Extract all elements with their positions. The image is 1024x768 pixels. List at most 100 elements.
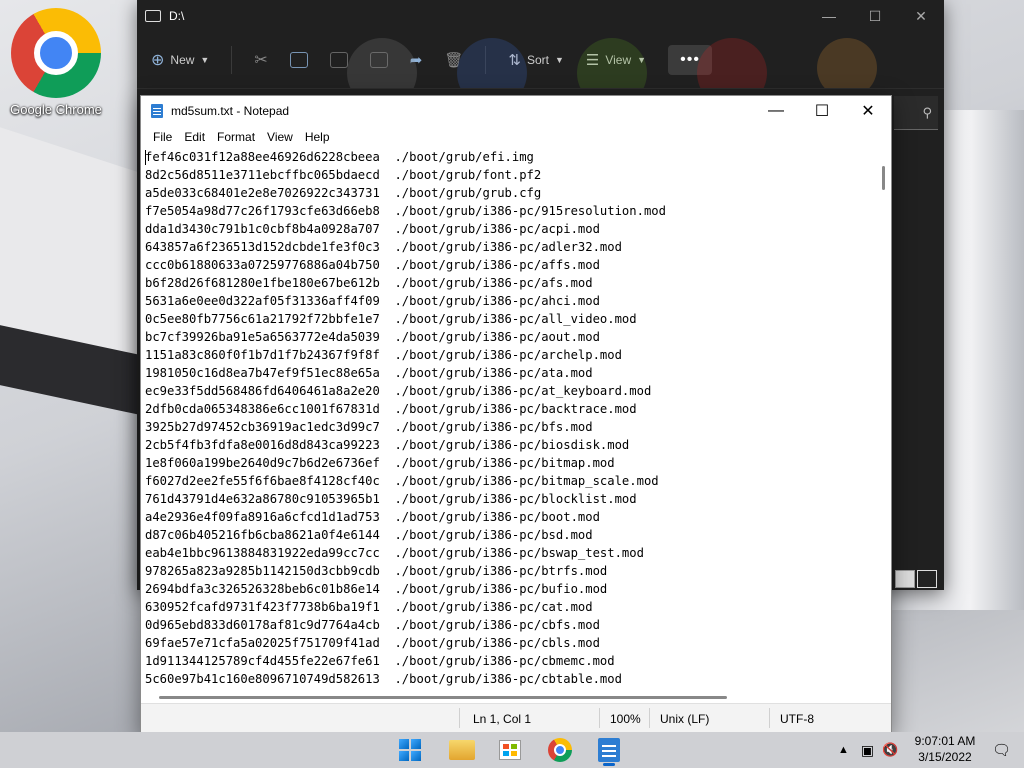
desktop-icon-google-chrome[interactable]: Google Chrome bbox=[6, 8, 106, 117]
text-line[interactable]: d87c06b405216fb6cba8621a0f4e6144 ./boot/… bbox=[141, 526, 877, 544]
new-button[interactable]: ⊕ New ▼ bbox=[151, 50, 209, 70]
status-separator bbox=[459, 708, 460, 728]
minimize-button[interactable]: — bbox=[753, 96, 799, 126]
text-line-content: 643857a6f236513d152dcbde1fe3f0c3 ./boot/… bbox=[145, 240, 622, 254]
maximize-button[interactable]: ☐ bbox=[852, 0, 898, 32]
minimize-button[interactable]: — bbox=[806, 0, 852, 32]
taskbar-file-explorer[interactable] bbox=[446, 734, 478, 766]
chevron-up-icon[interactable]: ▲ bbox=[838, 744, 849, 756]
line-ending: Unix (LF) bbox=[660, 712, 710, 726]
text-line[interactable]: 5631a6e0ee0d322af05f31336aff4f09 ./boot/… bbox=[141, 292, 877, 310]
volume-muted-icon[interactable]: 🔇 bbox=[882, 742, 898, 758]
text-line[interactable]: fef46c031f12a88ee46926d6228cbeea ./boot/… bbox=[141, 148, 877, 166]
windows-start-icon bbox=[399, 739, 421, 761]
sort-label: Sort bbox=[526, 53, 549, 67]
text-line[interactable]: 1151a83c860f0f1b7d1f7b24367f9f8f ./boot/… bbox=[141, 346, 877, 364]
status-separator bbox=[599, 708, 600, 728]
start-button[interactable] bbox=[394, 734, 426, 766]
text-line[interactable]: ec9e33f5dd568486fd6406461a8a2e20 ./boot/… bbox=[141, 382, 877, 400]
explorer-title-bar[interactable]: D:\ — ☐ ✕ bbox=[137, 0, 944, 32]
text-line[interactable]: 5c60e97b41c160e8096710749d582613 ./boot/… bbox=[141, 670, 877, 688]
text-line[interactable]: 1e8f060a199be2640d9c7b6d2e6736ef ./boot/… bbox=[141, 454, 877, 472]
notification-center-button[interactable]: 🗨 bbox=[992, 732, 1011, 768]
text-line-content: 3925b27d97452cb36919ac1edc3d99c7 ./boot/… bbox=[145, 420, 593, 434]
notepad-title-bar[interactable]: md5sum.txt - Notepad — ☐ ✕ bbox=[141, 96, 891, 126]
cursor-position: Ln 1, Col 1 bbox=[473, 712, 532, 726]
large-icons-view-button[interactable] bbox=[917, 570, 937, 588]
text-line-content: fef46c031f12a88ee46926d6228cbeea ./boot/… bbox=[145, 150, 534, 164]
vertical-scrollbar[interactable] bbox=[877, 148, 891, 690]
text-line-content: eab4e1bbc9613884831922eda99cc7cc ./boot/… bbox=[145, 546, 644, 560]
status-separator bbox=[769, 708, 770, 728]
text-line-content: a4e2936e4f09fa8916a6cfcd1d1ad753 ./boot/… bbox=[145, 510, 600, 524]
copy-button[interactable] bbox=[289, 52, 308, 68]
explorer-view-toggle bbox=[895, 570, 937, 588]
taskbar-clock[interactable]: 9:07:01 AM 3/15/2022 bbox=[906, 733, 984, 765]
desktop-icon-label: Google Chrome bbox=[10, 102, 102, 117]
notepad-window[interactable]: md5sum.txt - Notepad — ☐ ✕ File Edit For… bbox=[140, 95, 892, 735]
text-line[interactable]: 643857a6f236513d152dcbde1fe3f0c3 ./boot/… bbox=[141, 238, 877, 256]
text-line[interactable]: b6f28d26f681280e1fbe180e67be612b ./boot/… bbox=[141, 274, 877, 292]
cut-button[interactable]: ✂ bbox=[254, 50, 267, 70]
text-line[interactable]: 1981050c16d8ea7b47ef9f51ec88e65a ./boot/… bbox=[141, 364, 877, 382]
text-line[interactable]: eab4e1bbc9613884831922eda99cc7cc ./boot/… bbox=[141, 544, 877, 562]
rename-icon bbox=[369, 52, 388, 68]
text-line[interactable]: ccc0b61880633a07259776886a04b750 ./boot/… bbox=[141, 256, 877, 274]
rename-button[interactable] bbox=[369, 52, 388, 68]
file-explorer-icon bbox=[449, 740, 475, 760]
text-line[interactable]: 1d911344125789cf4d455fe22e67fe61 ./boot/… bbox=[141, 652, 877, 670]
text-line-content: 8d2c56d8511e3711ebcffbc065bdaecd ./boot/… bbox=[145, 168, 542, 182]
text-line[interactable]: 2cb5f4fb3fdfa8e0016d8d843ca99223 ./boot/… bbox=[141, 436, 877, 454]
text-line-content: d87c06b405216fb6cba8621a0f4e6144 ./boot/… bbox=[145, 528, 593, 542]
notepad-icon bbox=[151, 104, 163, 118]
text-line[interactable]: a4e2936e4f09fa8916a6cfcd1d1ad753 ./boot/… bbox=[141, 508, 877, 526]
menu-edit[interactable]: Edit bbox=[178, 130, 211, 144]
text-line-content: 0d965ebd833d60178af81c9d7764a4cb ./boot/… bbox=[145, 618, 600, 632]
text-line-content: 2694bdfa3c326526328beb6c01b86e14 ./boot/… bbox=[145, 582, 608, 596]
text-line[interactable]: 2694bdfa3c326526328beb6c01b86e14 ./boot/… bbox=[141, 580, 877, 598]
text-line[interactable]: dda1d3430c791b1c0cbf8b4a0928a707 ./boot/… bbox=[141, 220, 877, 238]
text-line[interactable]: 0d965ebd833d60178af81c9d7764a4cb ./boot/… bbox=[141, 616, 877, 634]
menu-file[interactable]: File bbox=[147, 130, 178, 144]
taskbar: ▲ ▣ 🔇 9:07:01 AM 3/15/2022 🗨 bbox=[0, 732, 1024, 768]
wallpaper-ghost bbox=[577, 38, 647, 88]
text-line-content: 5631a6e0ee0d322af05f31336aff4f09 ./boot/… bbox=[145, 294, 600, 308]
chevron-down-icon: ▼ bbox=[554, 55, 564, 65]
close-button[interactable]: ✕ bbox=[845, 96, 891, 126]
text-line-content: bc7cf39926ba91e5a6563772e4da5039 ./boot/… bbox=[145, 330, 600, 344]
paste-button[interactable] bbox=[329, 52, 348, 68]
scrollbar-thumb[interactable] bbox=[159, 696, 727, 699]
menu-view[interactable]: View bbox=[261, 130, 299, 144]
text-line-content: 5c60e97b41c160e8096710749d582613 ./boot/… bbox=[145, 672, 622, 686]
text-line[interactable]: 69fae57e71cfa5a02025f751709f41ad ./boot/… bbox=[141, 634, 877, 652]
text-line[interactable]: 978265a823a9285b1142150d3cbb9cdb ./boot/… bbox=[141, 562, 877, 580]
text-line[interactable]: bc7cf39926ba91e5a6563772e4da5039 ./boot/… bbox=[141, 328, 877, 346]
zoom-level: 100% bbox=[610, 712, 641, 726]
taskbar-chrome[interactable] bbox=[544, 734, 576, 766]
text-line[interactable]: 0c5ee80fb7756c61a21792f72bbfe1e7 ./boot/… bbox=[141, 310, 877, 328]
text-line[interactable]: 2dfb0cda065348386e6cc1001f67831d ./boot/… bbox=[141, 400, 877, 418]
system-tray: ▲ ▣ 🔇 bbox=[838, 732, 898, 768]
explorer-search-box[interactable]: ⚲ bbox=[894, 96, 938, 130]
maximize-button[interactable]: ☐ bbox=[799, 96, 845, 126]
horizontal-scrollbar[interactable] bbox=[141, 690, 877, 704]
text-line[interactable]: 3925b27d97452cb36919ac1edc3d99c7 ./boot/… bbox=[141, 418, 877, 436]
close-button[interactable]: ✕ bbox=[898, 0, 944, 32]
text-line[interactable]: 630952fcafd9731f423f7738b6ba19f1 ./boot/… bbox=[141, 598, 877, 616]
text-line[interactable]: 761d43791d4e632a86780c91053965b1 ./boot/… bbox=[141, 490, 877, 508]
taskbar-microsoft-store[interactable] bbox=[494, 734, 526, 766]
text-line[interactable]: f7e5054a98d77c26f1793cfe63d66eb8 ./boot/… bbox=[141, 202, 877, 220]
text-line[interactable]: 8d2c56d8511e3711ebcffbc065bdaecd ./boot/… bbox=[141, 166, 877, 184]
text-line[interactable]: a5de033c68401e2e8e7026922c343731 ./boot/… bbox=[141, 184, 877, 202]
explorer-command-bar: ⊕ New ▼ ✂ ➦ 🗑 ⇅ Sort ▼ ☰ View ▼ ••• bbox=[137, 32, 944, 89]
taskbar-notepad[interactable] bbox=[593, 734, 625, 766]
menu-format[interactable]: Format bbox=[211, 130, 261, 144]
network-icon[interactable]: ▣ bbox=[861, 742, 874, 759]
toolbar-separator bbox=[231, 46, 233, 74]
details-view-button[interactable] bbox=[895, 570, 915, 588]
scrollbar-thumb[interactable] bbox=[882, 166, 885, 190]
notification-icon: 🗨 bbox=[992, 742, 1012, 759]
notepad-text-area[interactable]: fef46c031f12a88ee46926d6228cbeea ./boot/… bbox=[141, 148, 877, 690]
menu-help[interactable]: Help bbox=[299, 130, 336, 144]
text-line[interactable]: f6027d2ee2fe55f6f6bae8f4128cf40c ./boot/… bbox=[141, 472, 877, 490]
